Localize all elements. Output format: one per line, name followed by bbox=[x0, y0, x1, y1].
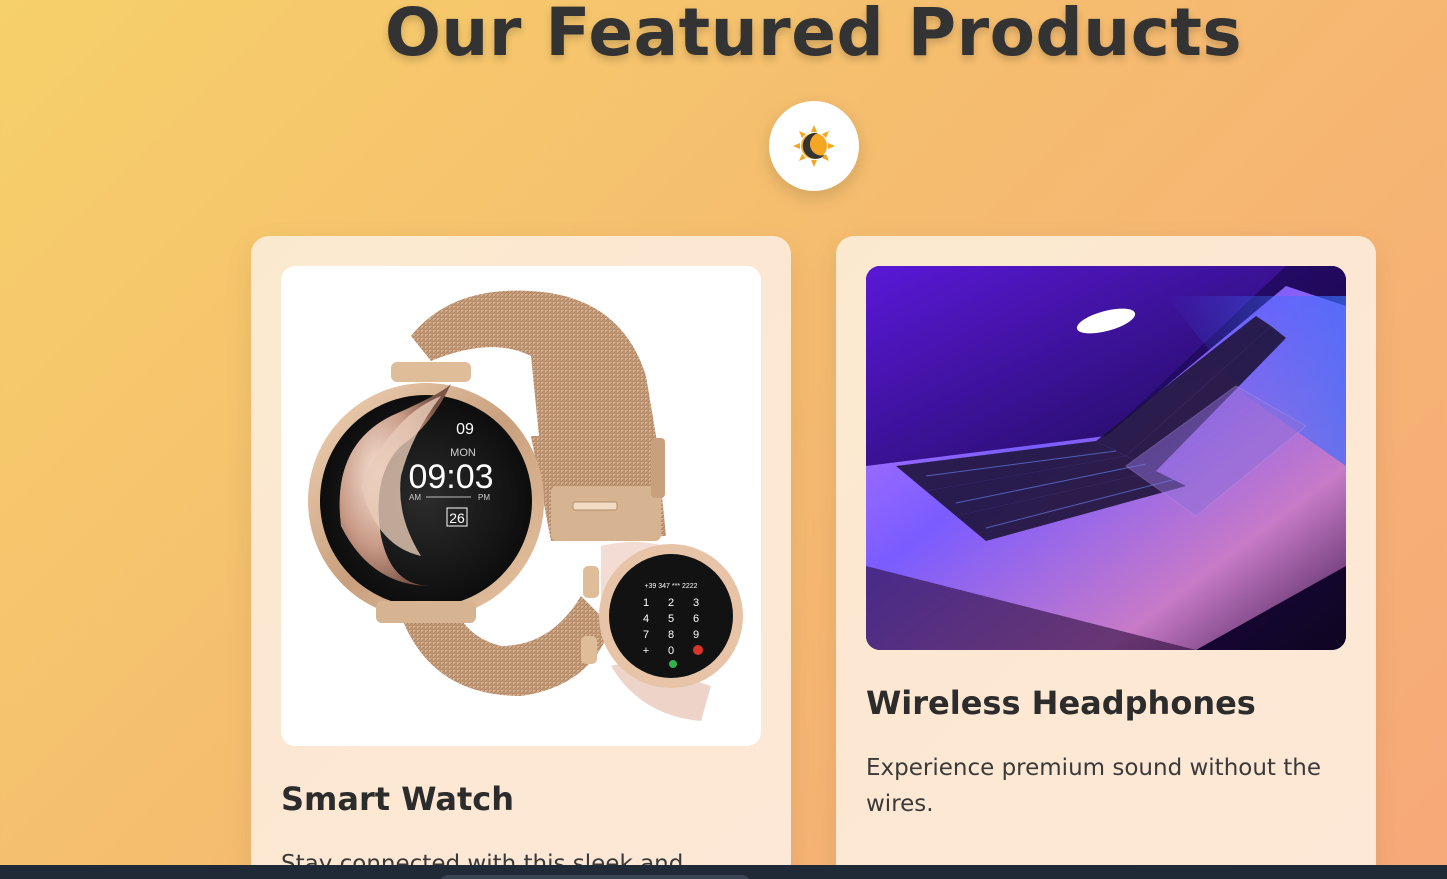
watch-hour-top: 09 bbox=[456, 421, 474, 438]
dial-number: +39 347 *** 2222 bbox=[644, 583, 697, 590]
taskbar-search-field[interactable] bbox=[440, 875, 750, 879]
product-title: Wireless Headphones bbox=[866, 684, 1256, 722]
product-title: Smart Watch bbox=[281, 780, 514, 818]
svg-text:2: 2 bbox=[668, 597, 674, 609]
svg-text:7: 7 bbox=[643, 629, 649, 641]
sun-moon-icon bbox=[793, 125, 835, 167]
theme-toggle-button[interactable] bbox=[769, 101, 859, 191]
watch-time: 09:03 bbox=[408, 458, 493, 496]
svg-text:3: 3 bbox=[693, 597, 699, 609]
watch-am: AM bbox=[409, 493, 421, 502]
product-description: Experience premium sound without the wir… bbox=[866, 755, 1322, 817]
taskbar bbox=[0, 865, 1447, 879]
smartwatch-image: 09 MON 09:03 AM PM 26 +39 347 *** 2222 1… bbox=[281, 266, 761, 746]
product-card-smart-watch[interactable]: 09 MON 09:03 AM PM 26 +39 347 *** 2222 1… bbox=[251, 236, 791, 879]
svg-text:0: 0 bbox=[668, 645, 674, 657]
watch-pm: PM bbox=[478, 493, 490, 502]
svg-text:4: 4 bbox=[643, 613, 649, 625]
page-title: Our Featured Products bbox=[384, 0, 1243, 71]
svg-text:9: 9 bbox=[693, 629, 699, 641]
product-card-wireless-headphones[interactable]: Wireless Headphones Experience premium s… bbox=[836, 236, 1376, 879]
svg-text:1: 1 bbox=[643, 597, 649, 609]
svg-text:5: 5 bbox=[668, 613, 674, 625]
laptop-image bbox=[866, 266, 1346, 650]
watch-date: 26 bbox=[449, 510, 465, 526]
svg-text:+: + bbox=[643, 645, 649, 657]
svg-text:8: 8 bbox=[668, 629, 674, 641]
svg-text:6: 6 bbox=[693, 613, 699, 625]
